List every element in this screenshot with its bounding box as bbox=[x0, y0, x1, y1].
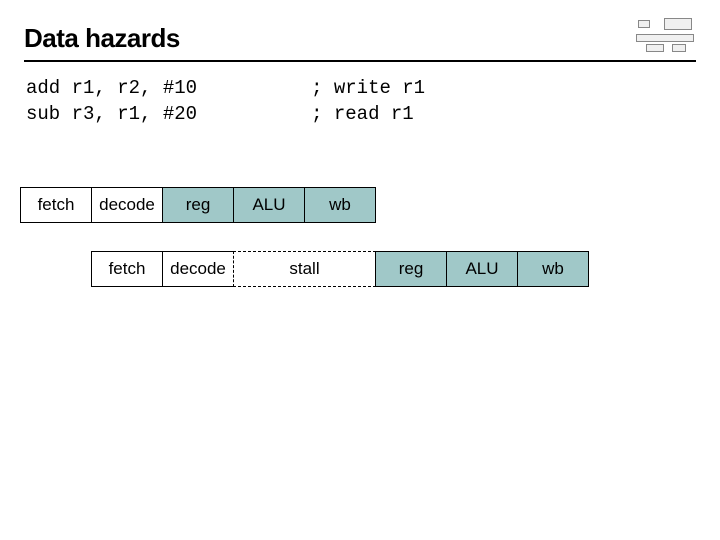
code-line-1-instr: add r1, r2, #10 bbox=[26, 77, 197, 99]
code-line-1-comment: ; write r1 bbox=[311, 77, 425, 99]
pipeline-diagram: fetch decode reg ALU wb fetch decode sta… bbox=[20, 187, 696, 287]
pipeline-row-1: fetch decode reg ALU wb bbox=[20, 187, 696, 223]
stage-fetch: fetch bbox=[91, 251, 163, 287]
stage-fetch: fetch bbox=[20, 187, 92, 223]
stage-decode: decode bbox=[162, 251, 234, 287]
stage-reg: reg bbox=[375, 251, 447, 287]
header: Data hazards bbox=[24, 18, 696, 62]
stage-wb: wb bbox=[517, 251, 589, 287]
stage-wb: wb bbox=[304, 187, 376, 223]
stage-decode: decode bbox=[91, 187, 163, 223]
architecture-thumbnail-icon bbox=[636, 18, 696, 54]
stage-alu: ALU bbox=[233, 187, 305, 223]
assembly-code: add r1, r2, #10 ; write r1 sub r3, r1, #… bbox=[26, 76, 696, 127]
code-line-2-instr: sub r3, r1, #20 bbox=[26, 103, 197, 125]
stage-alu: ALU bbox=[446, 251, 518, 287]
stage-stall: stall bbox=[233, 251, 376, 287]
pipeline-row-2: fetch decode stall reg ALU wb bbox=[91, 251, 696, 287]
stage-reg: reg bbox=[162, 187, 234, 223]
code-line-2-comment: ; read r1 bbox=[311, 103, 414, 125]
page-title: Data hazards bbox=[24, 23, 180, 54]
